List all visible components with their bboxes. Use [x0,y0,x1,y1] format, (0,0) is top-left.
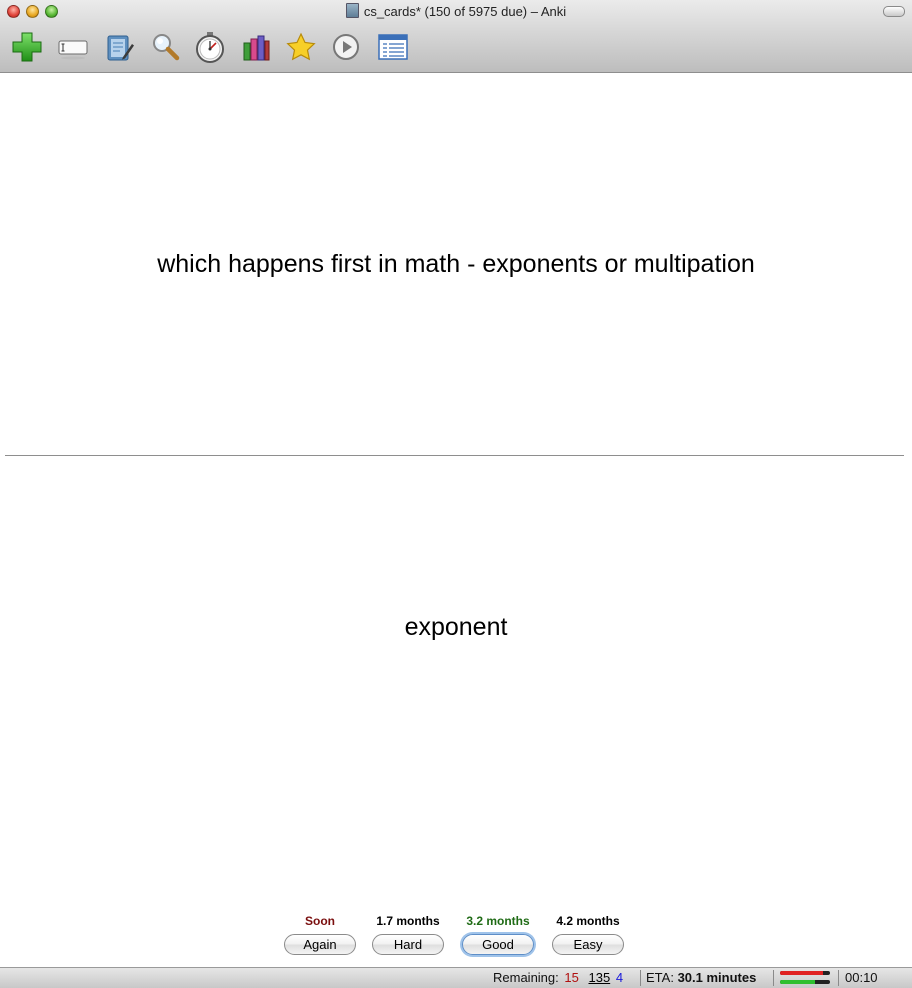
replay-button[interactable] [329,30,363,64]
session-progress-track [780,971,830,975]
answer-divider [5,455,904,456]
status-separator [838,970,839,986]
star-icon [286,32,316,61]
timer-button[interactable] [193,30,227,64]
toolbar-toggle-button[interactable] [883,6,905,17]
progress-bars [780,968,832,988]
eta-label: ETA: [646,970,674,985]
stopwatch-icon [196,32,224,63]
easy-interval: 4.2 months [556,914,620,928]
status-separator [640,970,641,986]
notes-button[interactable] [102,30,136,64]
remaining-label: Remaining: [493,970,559,985]
eta-value: 30.1 minutes [677,970,757,985]
document-proxy-icon[interactable] [345,3,359,18]
again-interval: Soon [305,914,335,928]
status-separator [773,970,774,986]
status-bar: Remaining: 15 135 4 ETA: 30.1 minutes 00… [0,967,912,988]
add-icon [12,32,42,62]
notepad-icon [107,35,134,61]
hard-column: 1.7 months Hard [364,913,452,955]
window-title: cs_cards* (150 of 5975 due) – Anki [363,4,567,19]
deck-progress-fill [780,980,815,984]
good-interval: 3.2 months [466,914,530,928]
toolbar [0,28,912,68]
play-icon [333,34,359,60]
card-info-button[interactable] [376,30,410,64]
statistics-button[interactable] [239,30,273,64]
again-button[interactable]: Again [284,934,356,955]
eta-section: ETA: 30.1 minutes [646,968,756,988]
card-answer: exponent [404,613,508,641]
good-button[interactable]: Good [462,934,534,955]
mark-button[interactable] [284,30,318,64]
session-progress-fill [780,971,823,975]
browse-button[interactable] [148,30,182,64]
edit-field-icon [58,40,88,60]
window-title-wrap: cs_cards* (150 of 5975 due) – Anki [0,3,912,21]
card-question: which happens first in math - exponents … [157,250,755,278]
magnifier-icon [153,34,180,61]
stats-bars-icon [243,35,270,61]
good-column: 3.2 months Good [454,913,542,955]
again-column: Soon Again [276,913,364,955]
edit-current-button[interactable] [56,30,90,64]
easy-button[interactable]: Easy [552,934,624,955]
list-window-icon [378,34,408,60]
window-chrome: cs_cards* (150 of 5975 due) – Anki [0,0,912,73]
deck-progress-track [780,980,830,984]
hard-button[interactable]: Hard [372,934,444,955]
review-count: 135 [588,970,611,985]
add-button[interactable] [10,30,44,64]
learn-count: 4 [615,970,624,985]
new-count: 15 [564,970,579,985]
easy-column: 4.2 months Easy [544,913,632,955]
hard-interval: 1.7 months [376,914,440,928]
remaining-counts: Remaining: 15 135 4 [493,968,623,988]
review-timer: 00:10 [845,970,878,985]
